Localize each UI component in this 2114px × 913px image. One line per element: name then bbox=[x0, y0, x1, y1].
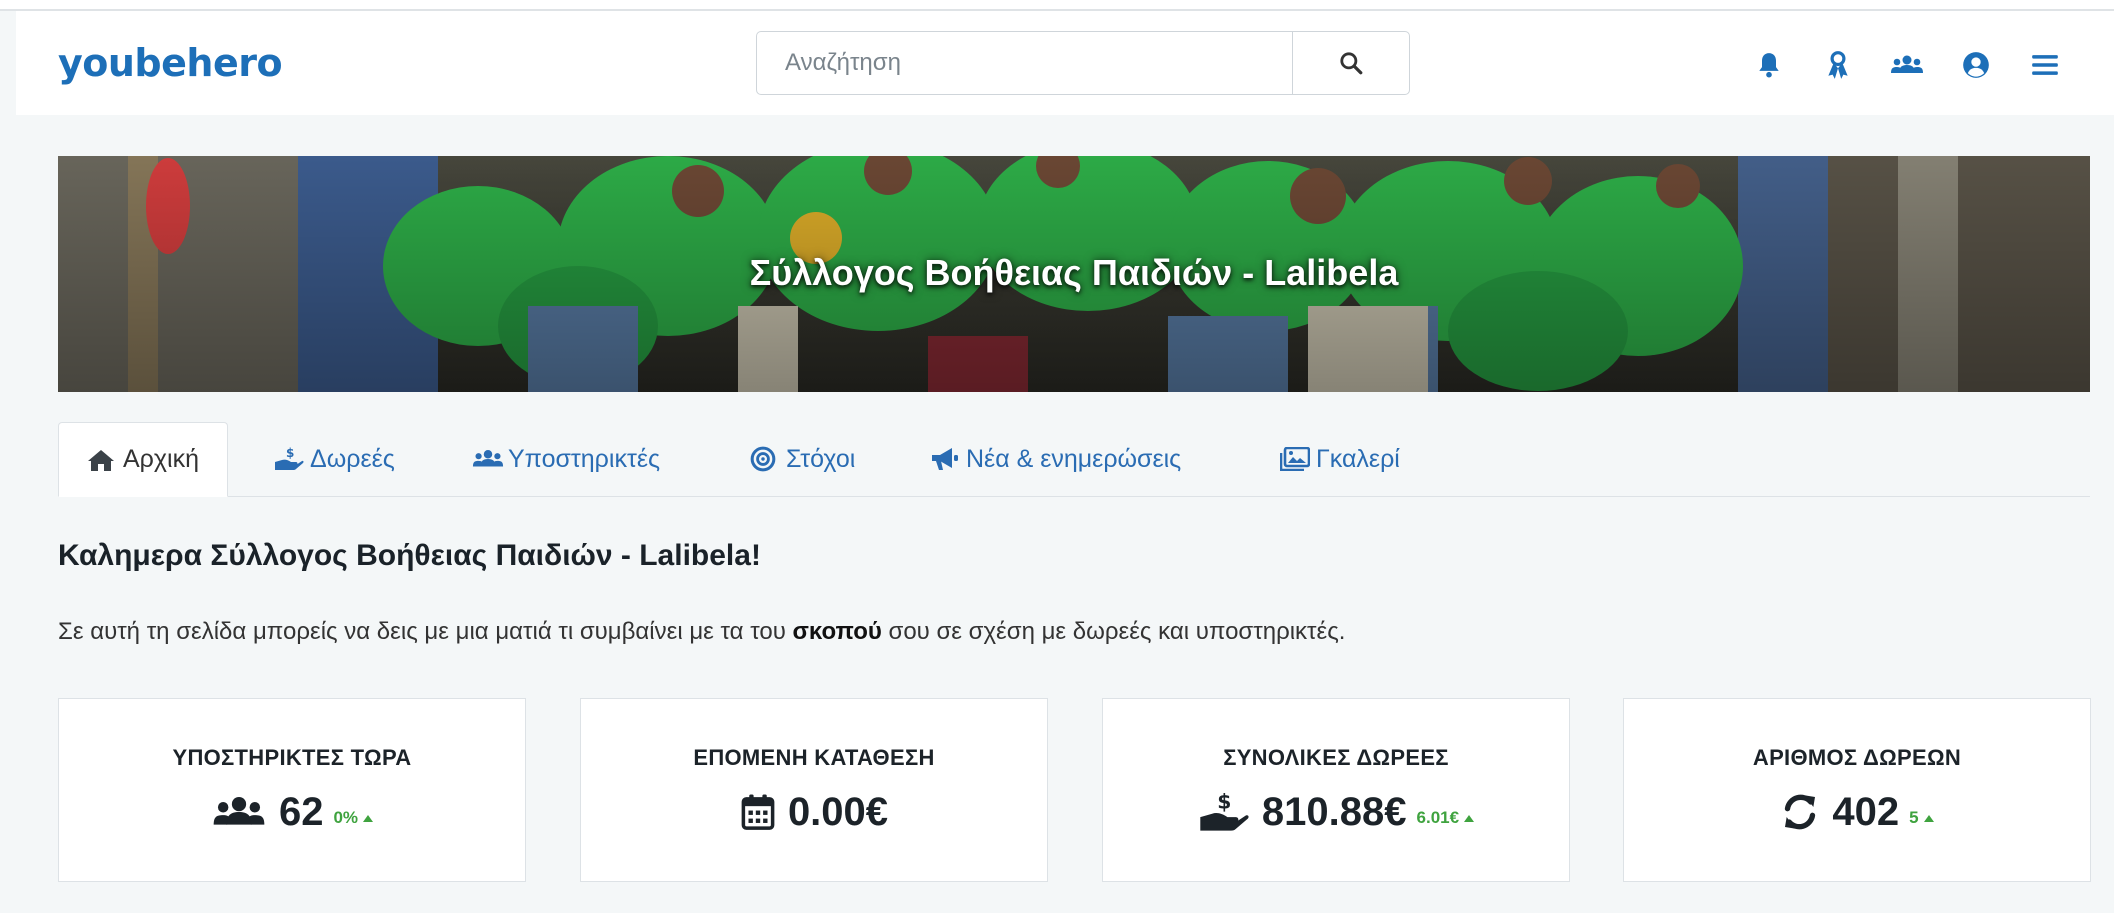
stat-card-supporters: ΥΠΟΣΤΗΡΙΚΤΕΣ ΤΩΡΑ 62 0% bbox=[58, 698, 526, 882]
stat-label: ΥΠΟΣΤΗΡΙΚΤΕΣ ΤΩΡΑ bbox=[172, 745, 412, 770]
tab-supporters-label: Υποστηρικτές bbox=[508, 444, 661, 473]
tab-donations-label: Δωρεές bbox=[310, 444, 395, 473]
home-icon bbox=[87, 446, 119, 474]
svg-text:$: $ bbox=[286, 446, 294, 460]
stat-card-donation-count: ΑΡΙΘΜΟΣ ΔΩΡΕΩΝ 402 5 bbox=[1623, 698, 2091, 882]
logo[interactable]: youbehero bbox=[58, 41, 283, 85]
tab-news[interactable]: Νέα & ενημερώσεις bbox=[930, 422, 1181, 496]
header-icons bbox=[1751, 45, 2063, 85]
cause-tabs: Αρχική $ Δωρεές Υποστηρικτές Στόχοι Νέα … bbox=[58, 422, 2090, 497]
profile-button[interactable] bbox=[1958, 47, 1994, 83]
cover-banner: Σύλλογος Βοήθειας Παιδιών - Lalibela bbox=[58, 156, 2090, 392]
stat-label: ΕΠΟΜΕΝΗ ΚΑΤΑΘΕΣΗ bbox=[693, 745, 935, 770]
donate-hand-icon: $ bbox=[1198, 790, 1250, 834]
bell-icon bbox=[1759, 53, 1779, 78]
community-button[interactable] bbox=[1889, 47, 1925, 83]
tab-supporters[interactable]: Υποστηρικτές bbox=[472, 422, 660, 496]
user-circle-icon bbox=[1963, 52, 1989, 78]
tab-goals-label: Στόχοι bbox=[786, 444, 856, 473]
stat-delta-value: 5 bbox=[1909, 808, 1919, 827]
users-icon bbox=[1891, 55, 1923, 73]
users-icon bbox=[472, 445, 504, 473]
main-menu-button[interactable] bbox=[2027, 47, 2063, 83]
tab-gallery[interactable]: Γκαλερί bbox=[1280, 422, 1400, 496]
stat-value-row: 62 0% bbox=[59, 787, 525, 837]
notifications-button[interactable] bbox=[1751, 47, 1787, 83]
stat-value: 0.00€ bbox=[787, 789, 889, 834]
megaphone-icon bbox=[930, 445, 962, 473]
stat-value: 810.88€ bbox=[1261, 789, 1407, 834]
calendar-icon bbox=[740, 793, 776, 831]
page-greeting: Καλημερα Σύλλογος Βοήθειας Παιδιών - Lal… bbox=[58, 539, 761, 572]
stat-label: ΣΥΝΟΛΙΚΕΣ ΔΩΡΕΕΣ bbox=[1223, 745, 1449, 770]
gallery-icon bbox=[1280, 445, 1312, 473]
achievements-button[interactable] bbox=[1820, 47, 1856, 83]
stat-value-row: 0.00€ bbox=[581, 787, 1047, 837]
caret-up-icon bbox=[1464, 814, 1475, 822]
search-button[interactable] bbox=[1292, 32, 1409, 94]
cause-title: Σύλλογος Βοήθειας Παιδιών - Lalibela bbox=[749, 252, 1399, 293]
search-input[interactable] bbox=[757, 32, 1292, 94]
stat-card-next-deposit: ΕΠΟΜΕΝΗ ΚΑΤΑΘΕΣΗ 0.00€ bbox=[580, 698, 1048, 882]
site-header: youbehero bbox=[16, 11, 2114, 115]
description-text-end: σου σε σχέση με δωρεές και υποστηρικτές. bbox=[881, 618, 1346, 645]
description-text-start: Σε αυτή τη σελίδα μπορείς να δεις με μια… bbox=[58, 618, 793, 645]
stat-value-row: $ 810.88€ 6.01€ bbox=[1103, 787, 1569, 837]
donate-hand-icon: $ bbox=[274, 445, 306, 473]
tab-home[interactable]: Αρχική bbox=[58, 422, 228, 497]
tab-donations[interactable]: $ Δωρεές bbox=[274, 422, 395, 496]
tab-gallery-label: Γκαλερί bbox=[1316, 444, 1400, 473]
description-emphasis: σκοπού bbox=[792, 618, 882, 645]
stat-delta: 0% bbox=[333, 808, 374, 828]
tab-news-label: Νέα & ενημερώσεις bbox=[966, 444, 1182, 473]
stat-delta: 5 bbox=[1909, 808, 1934, 828]
stat-label: ΑΡΙΘΜΟΣ ΔΩΡΕΩΝ bbox=[1752, 745, 1962, 770]
search-icon bbox=[1340, 52, 1363, 75]
ribbon-icon bbox=[1828, 51, 1848, 79]
stat-value: 402 bbox=[1832, 789, 1900, 834]
stat-delta-value: 0% bbox=[333, 808, 359, 827]
tab-home-label: Αρχική bbox=[123, 445, 199, 473]
users-icon bbox=[211, 793, 267, 831]
stat-value: 62 bbox=[278, 789, 324, 834]
search-bar bbox=[756, 31, 1410, 95]
stat-card-total-donations: ΣΥΝΟΛΙΚΕΣ ΔΩΡΕΕΣ $ 810.88€ 6.01€ bbox=[1102, 698, 1570, 882]
refresh-icon bbox=[1780, 792, 1820, 832]
svg-text:$: $ bbox=[1217, 790, 1231, 814]
stat-value-row: 402 5 bbox=[1624, 787, 2090, 837]
stat-delta: 6.01€ bbox=[1417, 808, 1475, 828]
page-description: Σε αυτή τη σελίδα μπορείς να δεις με μια… bbox=[58, 618, 1345, 646]
stat-delta-value: 6.01€ bbox=[1416, 808, 1460, 827]
caret-up-icon bbox=[363, 814, 374, 822]
menu-icon bbox=[2032, 55, 2058, 75]
caret-up-icon bbox=[1923, 814, 1934, 822]
tab-goals[interactable]: Στόχοι bbox=[750, 422, 855, 496]
target-icon bbox=[750, 445, 782, 473]
browser-top-edge bbox=[0, 0, 2114, 11]
